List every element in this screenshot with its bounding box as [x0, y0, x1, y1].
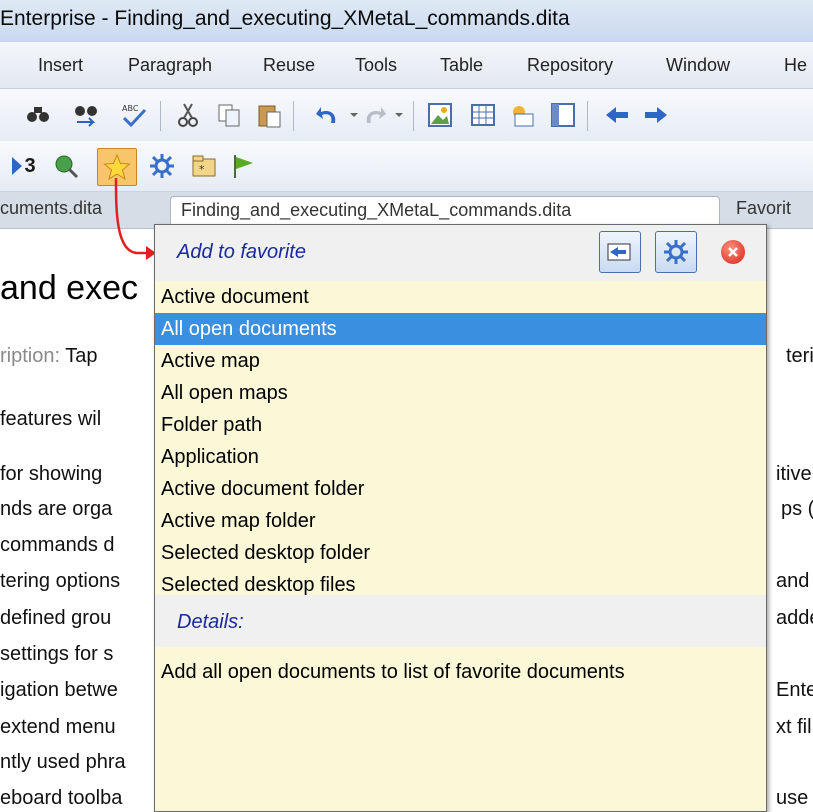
list-item-active-document-folder[interactable]: Active document folder: [155, 473, 766, 505]
popup-settings-button[interactable]: [655, 231, 697, 273]
details-header: Details:: [155, 595, 766, 647]
list-item-all-open-documents[interactable]: All open documents: [155, 313, 766, 345]
popup-title: Add to favorite: [177, 241, 306, 263]
list-item-application[interactable]: Application: [155, 441, 766, 473]
list-item-active-document[interactable]: Active document: [155, 281, 766, 313]
list-item-all-open-maps[interactable]: All open maps: [155, 377, 766, 409]
popup-header: Add to favorite: [155, 225, 766, 281]
close-icon: [728, 247, 738, 257]
gear-icon: [664, 240, 688, 264]
details-label: Details:: [177, 611, 244, 633]
list-item-active-map-folder[interactable]: Active map folder: [155, 505, 766, 537]
details-text: Add all open documents to list of favori…: [161, 661, 625, 683]
list-item-active-map[interactable]: Active map: [155, 345, 766, 377]
list-item-folder-path[interactable]: Folder path: [155, 409, 766, 441]
favorite-options-list: Active document All open documents Activ…: [155, 281, 766, 601]
close-button[interactable]: [721, 240, 745, 264]
export-favorites-button[interactable]: [599, 231, 641, 273]
list-item-selected-desktop-folder[interactable]: Selected desktop folder: [155, 537, 766, 569]
add-to-favorite-popup: Add to favorite Active document All open…: [154, 224, 767, 812]
export-icon: [607, 243, 631, 261]
